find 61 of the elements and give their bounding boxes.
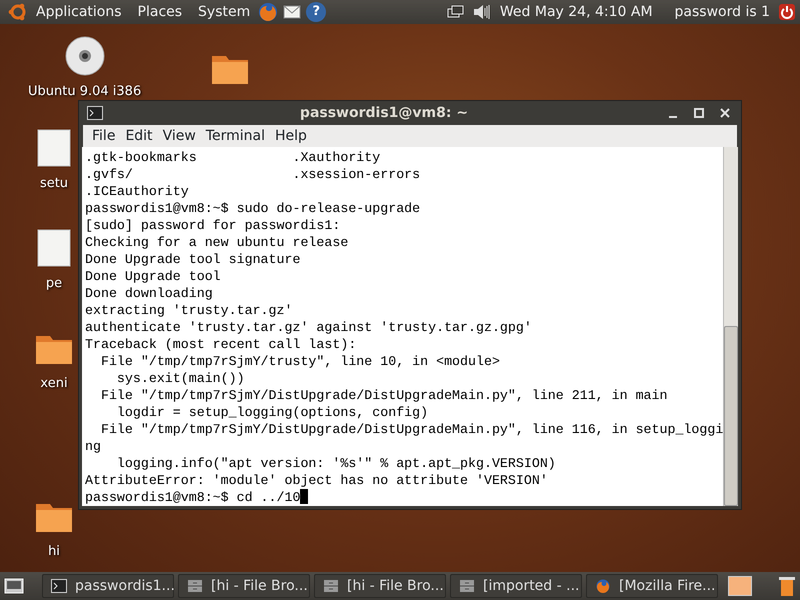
show-desktop-icon[interactable] [4, 578, 24, 594]
terminal-line: .gtk-bookmarks .Xauthority [85, 149, 382, 166]
cabinet-icon [187, 579, 203, 593]
desktop-icon-label[interactable]: xeni [40, 374, 68, 394]
terminal-line: logging.info("apt version: '%s'" % apt.apt_pkg.VERSION) [116, 455, 557, 472]
taskbar-button[interactable]: [Mozilla Fire... [586, 574, 718, 598]
terminal-line: [sudo] password for passwordis1: [85, 217, 342, 234]
terminal-line: File "/tmp/tmp7rSjmY/trusty", line 10, in <module> [100, 353, 501, 370]
desktop-icon-label[interactable]: Ubuntu 9.04 i386 [28, 82, 142, 102]
trash-icon[interactable] [778, 575, 796, 597]
terminal-line: passwordis1@vm8:~$ cd ../10 [85, 489, 724, 506]
help-icon[interactable]: ? [306, 2, 326, 22]
network-icon[interactable] [446, 4, 466, 20]
taskbar-button[interactable]: [hi - File Bro... [314, 574, 446, 598]
terminal-line: .gvfs/ .xsession-errors [85, 166, 422, 183]
terminal-line: Traceback (most recent call last): [85, 336, 358, 353]
terminal-line: File "/tmp/tmp7rSjmY/DistUpgrade/DistUpgradeMain.py", line 116, in setup_loggi [100, 421, 724, 438]
terminal-line: Done downloading [85, 285, 214, 302]
taskbar-button[interactable]: [imported - ... [450, 574, 582, 598]
maximize-icon[interactable] [691, 105, 707, 121]
cursor [300, 489, 308, 504]
taskbar-button[interactable]: [hi - File Bro... [178, 574, 310, 598]
clock[interactable]: Wed May 24, 4:10 AM [492, 0, 661, 24]
globe-icon [595, 579, 611, 593]
menu-item[interactable]: Edit [120, 125, 158, 147]
workspace-switcher[interactable] [728, 576, 752, 596]
user-name[interactable]: password is 1 [666, 0, 778, 24]
menu-item[interactable]: View [158, 125, 201, 147]
terminal-line: extracting 'trusty.tar.gz' [85, 302, 294, 319]
terminal-line: AttributeError: 'module' object has no attribute 'VERSION' [85, 472, 549, 489]
terminal-line: Done Upgrade tool signature [85, 251, 302, 268]
menu-item[interactable]: Terminal [200, 125, 270, 147]
taskbar-button[interactable]: passwordis1... [42, 574, 174, 598]
panel-menu[interactable]: Places [130, 0, 190, 24]
ubuntu-logo-icon[interactable] [8, 2, 28, 22]
terminal-line: Checking for a new ubuntu release [85, 234, 350, 251]
scrollbar[interactable] [723, 147, 738, 506]
desktop-icon-label[interactable]: setu [40, 174, 68, 194]
window-title: passwordis1@vm8: ~ [298, 104, 470, 122]
terminal-line: passwordis1@vm8:~$ sudo do-release-upgrade [85, 200, 422, 217]
terminal-line: sys.exit(main()) [116, 370, 246, 387]
terminal-line: File "/tmp/tmp7rSjmY/DistUpgrade/DistUpgradeMain.py", line 211, in main [100, 387, 668, 404]
terminal-line: logdir = setup_logging(options, config) [116, 404, 430, 421]
terminal-icon [51, 579, 67, 593]
terminal-line: ng [85, 438, 102, 455]
menu-item[interactable]: File [87, 125, 120, 147]
disc-icon[interactable] [64, 36, 105, 76]
terminal-line: authenticate 'trusty.tar.gz' against 'trusty.tar.gz.gpg' [85, 319, 533, 336]
terminal-line: .ICEauthority [85, 183, 190, 200]
power-icon[interactable] [778, 3, 796, 21]
desktop-icon-label[interactable]: hi [48, 542, 60, 562]
scrollbar-thumb[interactable] [724, 326, 738, 506]
menu-item[interactable]: Help [270, 125, 312, 147]
terminal-icon [87, 106, 103, 120]
volume-icon[interactable] [472, 2, 492, 22]
terminal-line: Done Upgrade tool [85, 268, 222, 285]
cabinet-icon [459, 579, 475, 593]
desktop-icon-label[interactable]: pe [46, 274, 62, 294]
cabinet-icon [323, 579, 339, 593]
panel-menu[interactable]: System [190, 0, 258, 24]
panel-menu[interactable]: Applications [28, 0, 130, 24]
